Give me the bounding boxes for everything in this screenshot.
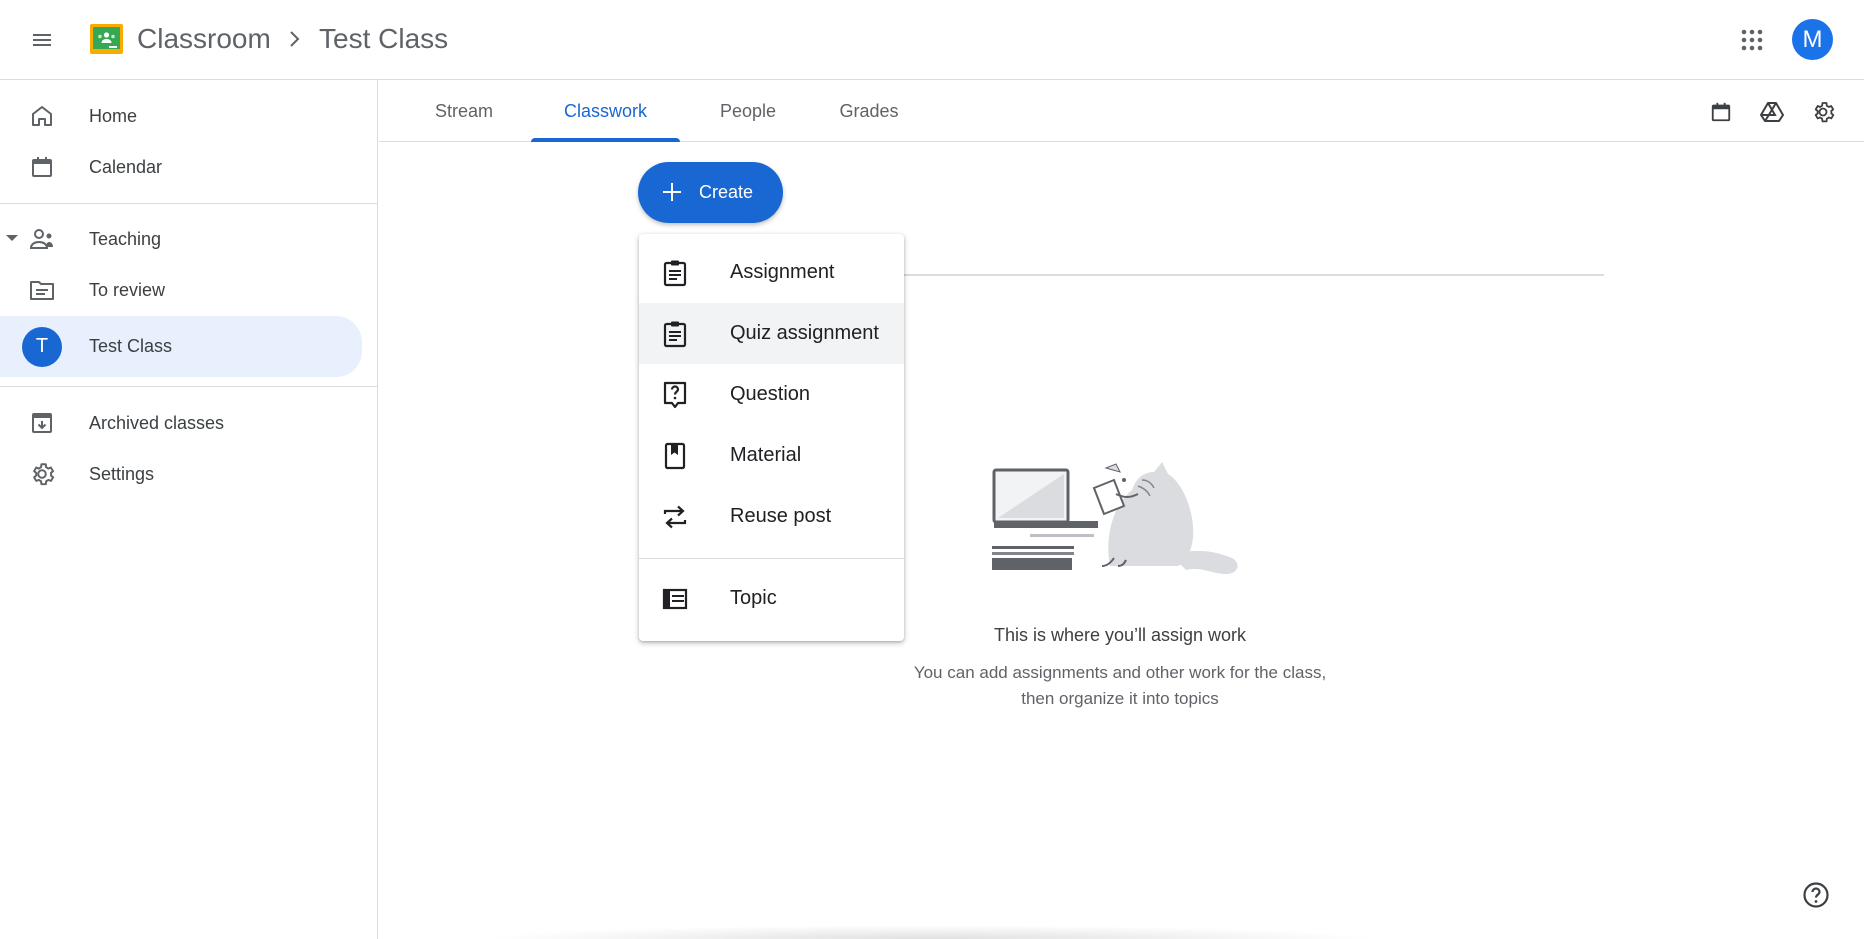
empty-state-illustration	[992, 462, 1238, 574]
class-avatar-letter: T	[22, 326, 62, 367]
home-icon	[28, 102, 56, 130]
sidebar: Home Calendar Teaching To review T Test …	[0, 80, 378, 939]
sidebar-item-label: Test Class	[89, 336, 173, 356]
breadcrumb-chevron-icon	[285, 22, 305, 56]
tab-stream[interactable]: Stream	[409, 80, 519, 142]
menu-item-material[interactable]: Material	[639, 425, 904, 486]
menu-divider	[639, 558, 904, 559]
menu-item-question[interactable]: Question	[639, 364, 904, 425]
tab-grades[interactable]: Grades	[814, 80, 924, 142]
sidebar-item-label: Archived classes	[89, 412, 225, 433]
content-divider	[903, 274, 1604, 276]
sidebar-divider	[0, 203, 378, 204]
sidebar-item-label: Teaching	[89, 228, 162, 249]
menu-item-topic[interactable]: Topic	[639, 568, 904, 629]
sidebar-divider	[0, 386, 378, 387]
breadcrumb-class-name[interactable]: Test Class	[319, 20, 448, 58]
material-icon	[659, 440, 691, 472]
menu-item-label: Quiz assignment	[730, 322, 879, 344]
calendar-icon	[1711, 102, 1731, 122]
help-button[interactable]	[1800, 879, 1832, 911]
tab-label: Grades	[839, 100, 899, 121]
tab-label: Classwork	[563, 100, 647, 121]
sidebar-item-home[interactable]: Home	[0, 90, 362, 142]
class-drive-folder-button[interactable]	[1752, 92, 1792, 132]
teaching-icon	[28, 225, 56, 253]
question-icon	[659, 379, 691, 411]
empty-state-subtitle: You can add assignments and other work f…	[913, 663, 1327, 708]
topic-icon	[659, 583, 691, 615]
archive-icon	[28, 409, 56, 437]
gear-icon	[1814, 102, 1835, 123]
reuse-icon	[659, 501, 691, 533]
create-button[interactable]: Create	[638, 162, 783, 223]
classroom-logo[interactable]	[90, 24, 123, 54]
class-tabs: Stream Classwork People Grades	[379, 80, 1864, 142]
menu-item-quiz-assignment[interactable]: Quiz assignment	[639, 303, 904, 364]
account-avatar[interactable]: M	[1792, 19, 1833, 60]
sidebar-item-teaching[interactable]: Teaching	[0, 213, 362, 265]
sidebar-item-label: Settings	[89, 463, 155, 484]
sidebar-item-to-review[interactable]: To review	[0, 264, 362, 316]
sidebar-item-label: Home	[89, 105, 138, 126]
empty-state-title: This is where you’ll assign work	[993, 625, 1247, 645]
main-menu-button[interactable]	[22, 20, 62, 60]
app-header: Classroom Test Class M	[0, 0, 1864, 80]
app-title[interactable]: Classroom	[137, 20, 271, 58]
menu-item-reuse-post[interactable]: Reuse post	[639, 486, 904, 547]
active-tab-indicator	[531, 138, 680, 142]
calendar-icon	[28, 153, 56, 181]
gear-icon	[28, 460, 56, 488]
assignment-icon	[659, 257, 691, 289]
quiz-assignment-icon	[659, 318, 691, 350]
menu-item-label: Reuse post	[730, 505, 832, 527]
menu-item-label: Assignment	[730, 261, 835, 283]
sidebar-item-calendar[interactable]: Calendar	[0, 141, 362, 193]
tab-people[interactable]: People	[693, 80, 803, 142]
menu-item-assignment[interactable]: Assignment	[639, 242, 904, 303]
caret-down-icon[interactable]	[6, 235, 18, 241]
sidebar-item-test-class[interactable]: T Test Class	[0, 316, 362, 377]
help-icon	[1803, 882, 1829, 908]
class-settings-button[interactable]	[1803, 92, 1843, 132]
create-menu: Assignment Quiz assignment Question Mate…	[639, 234, 904, 641]
tab-label: Stream	[434, 100, 494, 121]
menu-item-label: Topic	[730, 587, 777, 609]
bottom-shadow	[480, 925, 1380, 939]
sidebar-item-label: To review	[89, 279, 166, 300]
sidebar-item-archived-classes[interactable]: Archived classes	[0, 397, 362, 449]
google-apps-button[interactable]	[1732, 20, 1772, 60]
apps-grid-icon	[1741, 29, 1763, 51]
to-review-icon	[28, 276, 56, 304]
menu-item-label: Material	[730, 444, 802, 466]
tab-label: People	[719, 100, 777, 121]
create-button-label: Create	[699, 182, 754, 202]
class-avatar: T	[22, 326, 62, 367]
tab-classwork[interactable]: Classwork	[531, 80, 680, 142]
google-calendar-button[interactable]	[1701, 92, 1741, 132]
hamburger-icon	[33, 34, 51, 46]
menu-item-label: Question	[730, 383, 811, 405]
drive-icon	[1760, 102, 1784, 122]
plus-icon	[663, 183, 681, 201]
sidebar-item-label: Calendar	[89, 156, 163, 177]
sidebar-item-settings[interactable]: Settings	[0, 448, 362, 500]
